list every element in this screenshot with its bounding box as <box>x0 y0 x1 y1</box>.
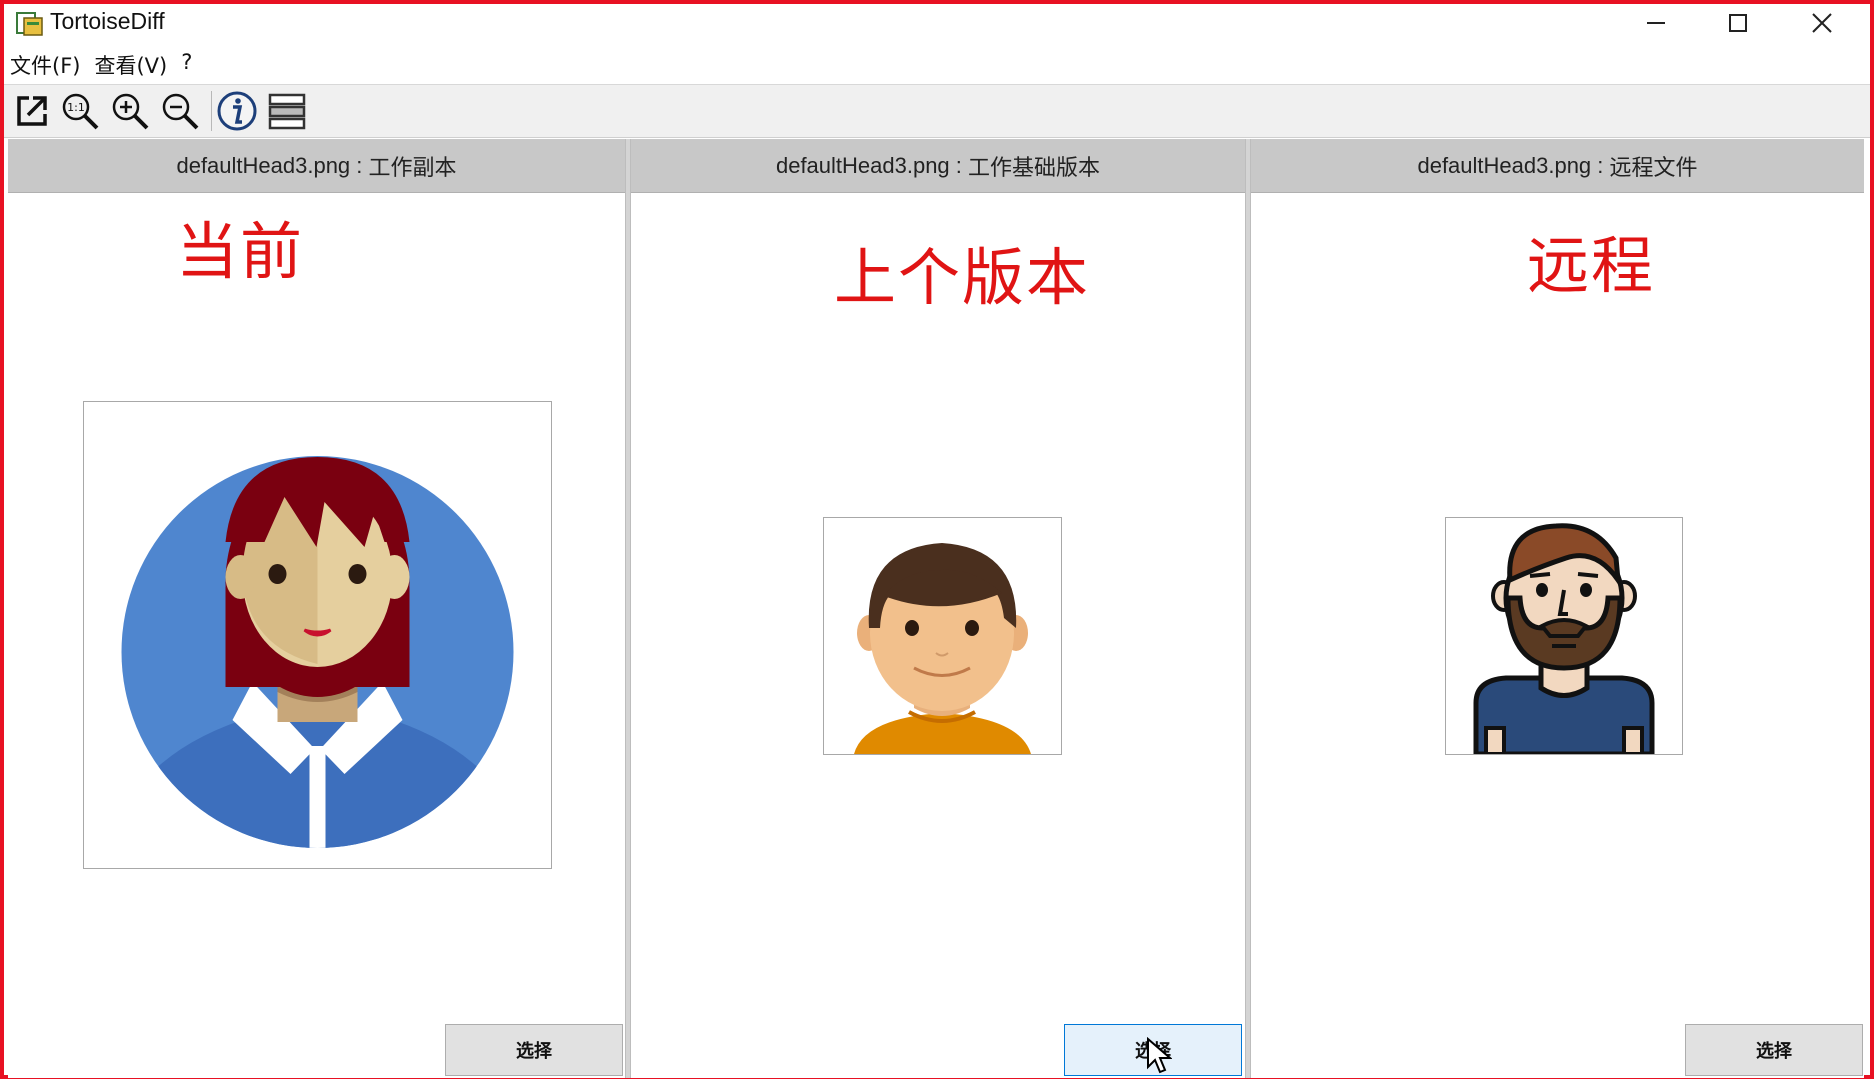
minimize-icon <box>1647 22 1665 24</box>
toolbar: 1:1 <box>4 84 1870 138</box>
woman-avatar-image <box>121 456 514 848</box>
open-external-button[interactable] <box>10 89 54 133</box>
window-title: TortoiseDiff <box>50 8 165 34</box>
boy-avatar-image <box>854 543 1031 754</box>
pane-role: 工作副本 <box>368 154 457 180</box>
overlay-mode-icon <box>268 93 306 130</box>
zoom-in-button[interactable] <box>108 89 152 133</box>
annotation-current: 当前 <box>176 215 305 288</box>
pane-role: 工作基础版本 <box>968 154 1101 180</box>
zoom-out-icon <box>162 93 199 130</box>
annotation-remote: 远程 <box>1527 229 1656 302</box>
image-base-avatar <box>823 517 1062 755</box>
pane-separator: : <box>949 152 969 178</box>
pane-role: 远程文件 <box>1609 154 1698 180</box>
actual-size-icon: 1:1 <box>62 93 99 130</box>
svg-text:1:1: 1:1 <box>67 101 85 114</box>
pane-header: defaultHead3.png : 工作副本 <box>8 139 625 193</box>
bearded-man-avatar-image <box>1473 523 1655 754</box>
select-button[interactable]: 选择 <box>445 1024 623 1076</box>
image-remote-avatar <box>1445 517 1683 755</box>
overlay-mode-button[interactable] <box>265 89 309 133</box>
select-button[interactable]: 选择 <box>1685 1024 1863 1076</box>
pane-separator: : <box>1591 152 1610 178</box>
actual-size-button[interactable]: 1:1 <box>58 89 102 133</box>
menu-bar: 文件(F) 查看(V) ? <box>10 50 206 80</box>
toolbar-separator <box>211 91 212 131</box>
pane-header: defaultHead3.png : 远程文件 <box>1251 139 1864 193</box>
maximize-button[interactable] <box>1698 4 1778 42</box>
pane-separator: : <box>350 152 369 178</box>
pane-base-version: defaultHead3.png : 工作基础版本 上个版本 选择 <box>631 139 1245 1078</box>
pane-remote-file: defaultHead3.png : 远程文件 远程 选择 <box>1251 139 1864 1078</box>
pane-filename: defaultHead3.png <box>775 152 950 178</box>
tortoisediff-app-icon <box>16 12 43 36</box>
annotation-previous-version: 上个版本 <box>834 241 1091 314</box>
diff-panes: defaultHead3.png : 工作副本 当前 选择 defaultHea… <box>8 139 1864 1078</box>
select-button[interactable]: 选择 <box>1064 1024 1242 1076</box>
minimize-button[interactable] <box>1616 4 1696 42</box>
menu-file[interactable]: 文件(F) <box>10 50 80 80</box>
pane-header: defaultHead3.png : 工作基础版本 <box>631 139 1245 193</box>
menu-help[interactable]: ? <box>181 50 192 80</box>
open-external-icon <box>17 96 47 126</box>
pane-filename: defaultHead3.png <box>176 152 351 178</box>
title-bar: TortoiseDiff <box>4 4 1870 44</box>
zoom-in-icon <box>112 93 149 130</box>
image-current-avatar <box>83 401 552 869</box>
image-info-button[interactable] <box>215 89 259 133</box>
close-icon <box>1812 13 1832 33</box>
pane-working-copy: defaultHead3.png : 工作副本 当前 选择 <box>8 139 625 1078</box>
menu-view[interactable]: 查看(V) <box>94 50 167 80</box>
close-button[interactable] <box>1782 4 1862 42</box>
tortoisediff-window: TortoiseDiff 文件(F) 查看(V) ? 1:1 defaultHe… <box>0 0 1874 1079</box>
info-icon <box>217 91 257 131</box>
pane-filename: defaultHead3.png <box>1417 152 1592 178</box>
zoom-out-button[interactable] <box>158 89 202 133</box>
maximize-icon <box>1729 14 1747 32</box>
